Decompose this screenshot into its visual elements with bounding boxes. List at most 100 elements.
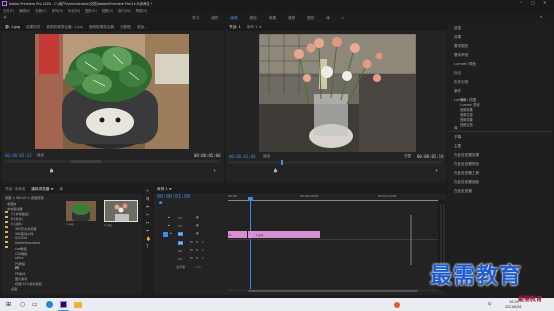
maximize-icon[interactable]: □ [531,1,535,5]
track-label[interactable]: A2 [178,249,182,253]
tab-sequence-1[interactable]: 序列 1 ≡ [157,187,172,192]
export-frame-icon[interactable]: ◉ [50,169,54,173]
tab-sequence-program[interactable]: 序列 1 ≡ [247,25,262,30]
close-icon[interactable]: ✕ [543,1,546,5]
mic-icon[interactable]: ♪ [202,249,204,252]
tree-item[interactable]: 视频(101)素材视频 [15,281,42,286]
program-playhead[interactable] [281,160,283,165]
workspace-graphics[interactable]: 图形 [307,16,314,21]
mute-icon[interactable]: M [190,241,193,244]
tab-audio-clip-mixer-1[interactable]: 音频剪辑混合器: 1.jpg [46,25,83,30]
timeline-ruler[interactable]: 00:00 00:00:05:00 00:00:10:00 [228,194,442,204]
tray-app-icon[interactable] [394,301,400,308]
premiere-taskbar-icon[interactable] [60,301,67,308]
menu-clip[interactable]: 剪辑(C) [35,8,46,13]
track-label[interactable]: V3 [178,216,182,220]
input-language[interactable]: 中 [488,302,492,307]
type-tool-icon[interactable]: T [146,245,148,249]
menu-help[interactable]: 帮助(H) [136,8,148,13]
menu-graphics[interactable]: 图形(G) [85,8,97,13]
lock-icon[interactable]: 🔒︎ [170,232,172,235]
source-fit-select[interactable]: 适合 [37,153,44,158]
menu-file[interactable]: 文件(F) [3,8,14,13]
tree-item-selected[interactable]: PR [15,266,20,270]
panel-essential-sound[interactable]: 基本声音 [454,53,468,58]
panel-libraries[interactable]: 库 [454,126,458,131]
tab-effect-controls[interactable]: 效果控件 [26,25,40,30]
search-taskbar-icon[interactable]: ○ [20,301,25,308]
workspace-libraries[interactable]: 库 [326,16,330,21]
program-resolution-select[interactable]: 完整 [404,154,411,159]
eye-icon[interactable]: ◉ [196,224,199,227]
timeline-horizontal-scrollbar[interactable] [228,289,442,292]
menu-window[interactable]: 窗口(W) [118,8,130,13]
timeline-vertical-scrollbar[interactable] [410,215,412,265]
panel-lumetri-color[interactable]: Lumetri 颜色 [454,62,476,67]
media-thumbnail-selected[interactable] [104,200,138,222]
razor-tool-icon[interactable]: ✂ [146,213,149,217]
tab-project[interactable]: 项目: 未命名 [5,187,25,192]
track-label[interactable]: V1 [178,232,183,236]
work-area-bar[interactable] [228,200,442,202]
menu-view[interactable]: 视图(V) [102,8,113,13]
track-select-tool-icon[interactable]: ⇶ [146,197,149,201]
tab-media-browser[interactable]: 媒体浏览器 ≡ [31,187,53,192]
panel-info[interactable]: 信息 [454,26,461,31]
tree-item[interactable]: office [15,256,24,260]
video-clip[interactable]: fx [228,231,247,238]
tab-legacy[interactable]: 旧版... [137,25,148,30]
panel-main[interactable]: 主要 [454,144,461,149]
selection-tool-icon[interactable]: ➤ [146,189,149,193]
eye-icon[interactable]: ◉ [196,232,199,235]
menu-marker[interactable]: 标记(M) [68,8,80,13]
task-view-icon[interactable]: ▭ [32,301,38,308]
slip-tool-icon[interactable]: ↔ [146,221,149,225]
workspace-assembly[interactable]: 组件 [211,16,218,21]
workspace-effects[interactable]: 效果 [269,16,276,21]
mute-icon[interactable]: M [190,249,193,252]
track-label[interactable]: A3 [178,257,182,261]
ripple-edit-tool-icon[interactable]: ⇹ [146,205,149,209]
lock-icon[interactable]: 🔒︎ [168,224,170,227]
file-explorer-icon[interactable] [74,301,82,308]
master-volume[interactable]: 0.0 [196,265,201,269]
eye-icon[interactable]: ◉ [196,216,199,219]
mic-icon[interactable]: ♪ [202,257,204,260]
tab-metadata[interactable]: 元数据 [120,25,131,30]
solo-icon[interactable]: S [196,257,198,260]
panel-effects[interactable]: 效果 [454,35,461,40]
source-add-button-icon[interactable]: + [213,169,216,173]
mute-icon[interactable]: M [190,257,193,260]
source-scrubber[interactable] [5,160,220,163]
search-icon[interactable]: ⌕ [540,15,542,19]
lock-icon[interactable]: 🔒︎ [168,216,170,219]
solo-icon[interactable]: S [196,241,198,244]
source-patch-v1[interactable] [163,231,168,237]
menu-sequence[interactable]: 序列(S) [52,8,63,13]
panel-markers[interactable]: 标记 [454,71,461,76]
timeline-playhead-handle[interactable] [248,197,253,201]
workspace-editing[interactable]: 编辑 [230,16,237,21]
program-fit-select[interactable]: 适合 [263,154,270,159]
mic-icon[interactable]: ♪ [202,241,204,244]
panel-events[interactable]: 事件 [454,89,461,94]
tab-audio-clip-mixer[interactable]: 音频剪辑混合器 [89,25,114,30]
media-thumbnail[interactable] [66,201,96,221]
track-label[interactable]: V2 [178,224,182,228]
program-export-frame-icon[interactable]: ◉ [274,169,278,173]
panel-history[interactable]: 历史记录 [454,80,468,85]
program-add-button-icon[interactable]: + [435,169,438,173]
tab-libraries[interactable]: 库 [59,187,63,192]
panel-captions[interactable]: 字幕 [454,135,461,140]
workspace-learn[interactable]: 学习 [192,16,199,21]
tab-source[interactable]: 源: 1.jpg [5,25,20,30]
edge-browser-icon[interactable] [46,301,53,308]
panel-essential-graphics[interactable]: 基本图形 [454,44,468,49]
workspace-more[interactable]: » [342,16,344,21]
minimize-icon[interactable]: – [520,1,522,5]
video-clip[interactable]: 1.jpg [248,231,320,238]
tree-item[interactable]: 桌面 [11,286,17,291]
workspace-color[interactable]: 颜色 [250,16,257,21]
pen-tool-icon[interactable]: ✒ [146,229,149,233]
track-label[interactable]: A1 [178,241,183,245]
